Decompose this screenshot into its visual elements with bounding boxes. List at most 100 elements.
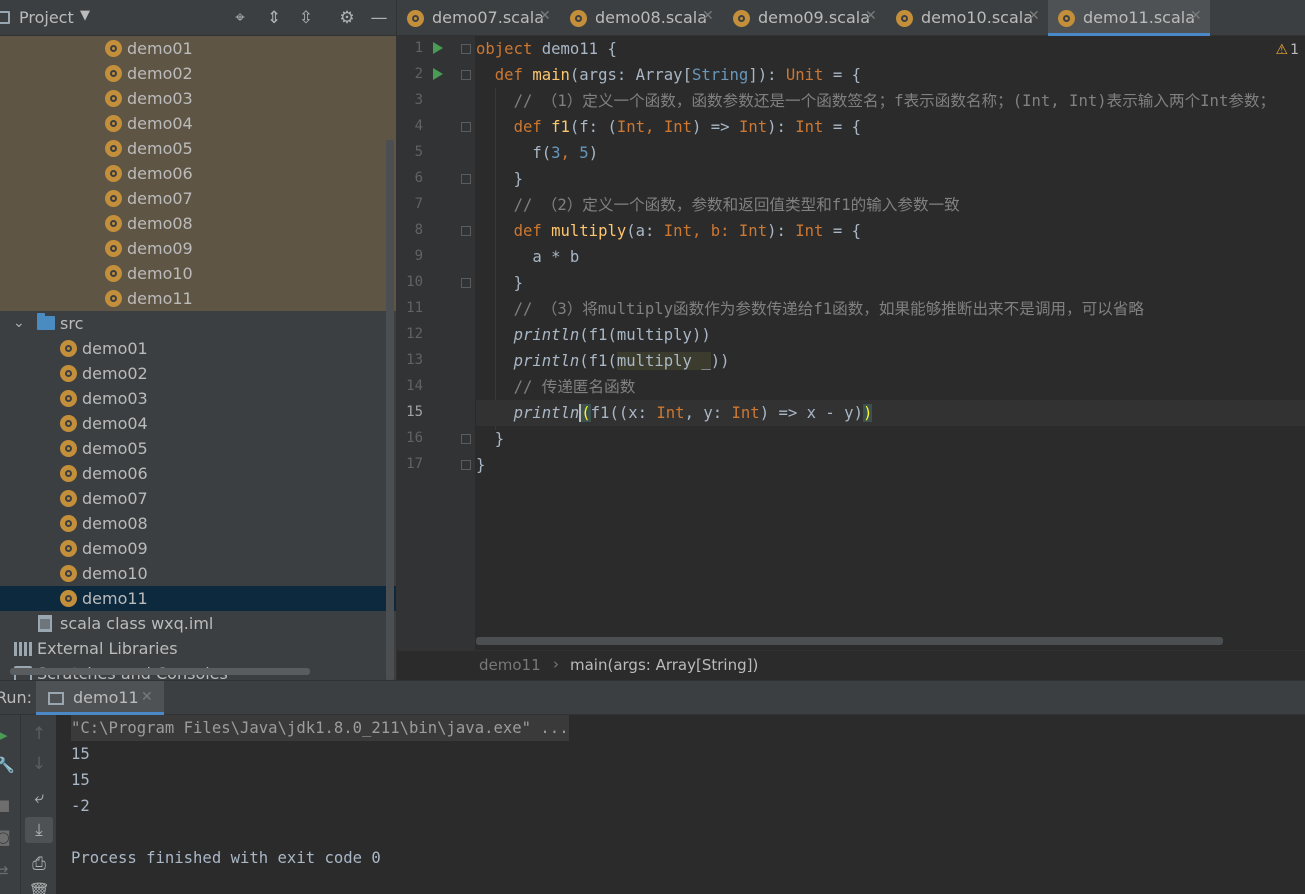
tab-demo08[interactable]: demo08.scala ✕ (560, 0, 722, 36)
tree-item-demo02[interactable]: demo02 (0, 61, 396, 86)
soft-wrap-icon[interactable]: ⤶ (25, 785, 53, 811)
breadcrumb-method[interactable]: main(args: Array[String]) (570, 656, 758, 674)
code-line-11: // （3）将multiply函数作为参数传递给f1函数，如果能够推断出来不是调… (513, 300, 1144, 318)
close-icon[interactable]: ✕ (1190, 8, 1202, 24)
scala-object-icon (733, 10, 750, 27)
arrow-down-icon[interactable]: ↓ (25, 751, 53, 777)
tab-demo07[interactable]: demo07.scala ✕ (397, 0, 559, 36)
close-icon[interactable]: ✕ (702, 8, 714, 24)
tree-item-src-demo01[interactable]: demo01 (0, 336, 396, 361)
console-exit-line: Process finished with exit code 0 (71, 849, 381, 867)
line-number: 11 (406, 300, 423, 316)
scroll-to-end-icon[interactable]: ⤓ (25, 817, 53, 843)
close-icon[interactable]: ✕ (141, 689, 153, 705)
tree-item-src-demo11[interactable]: demo11 (0, 586, 396, 611)
tree-item-demo06[interactable]: demo06 (0, 161, 396, 186)
fold-icon[interactable] (461, 278, 471, 288)
tree-item-demo01[interactable]: demo01 (0, 36, 396, 61)
scala-object-icon (60, 415, 77, 432)
scala-object-icon (105, 240, 122, 257)
line-number: 8 (414, 222, 423, 238)
console-command-line: "C:\Program Files\Java\jdk1.8.0_211\bin\… (71, 715, 569, 741)
tree-vertical-scrollbar[interactable] (386, 140, 394, 680)
fold-icon[interactable] (461, 174, 471, 184)
code-editor[interactable]: 1 2 3 4 5 6 7 8 9 10 11 12 13 14 15 16 1… (397, 36, 1305, 650)
scala-object-icon (407, 10, 424, 27)
tab-demo09[interactable]: demo09.scala ✕ (723, 0, 885, 36)
scala-object-icon (105, 115, 122, 132)
scala-object-icon (60, 540, 77, 557)
close-icon[interactable]: ✕ (865, 8, 877, 24)
print-icon[interactable]: ⎙ (25, 851, 53, 877)
tab-demo10[interactable]: demo10.scala ✕ (886, 0, 1048, 36)
locate-icon[interactable]: ⌖ (228, 6, 252, 30)
gear-icon[interactable]: ⚙ (335, 6, 359, 30)
collapse-all-icon[interactable]: ⇳ (294, 6, 318, 30)
tree-item-demo11[interactable]: demo11 (0, 286, 396, 311)
code-line-5: f(3, 5) (532, 144, 599, 162)
tree-item-src-demo03[interactable]: demo03 (0, 386, 396, 411)
tree-item-demo08[interactable]: demo08 (0, 211, 396, 236)
line-number: 12 (406, 326, 423, 342)
tree-item-demo04[interactable]: demo04 (0, 111, 396, 136)
editor-tab-bar: demo07.scala ✕ demo08.scala ✕ demo09.sca… (397, 0, 1305, 36)
tree-item-demo09[interactable]: demo09 (0, 236, 396, 261)
close-icon[interactable]: ✕ (539, 8, 551, 24)
run-icon[interactable] (433, 68, 443, 80)
tree-item-demo03[interactable]: demo03 (0, 86, 396, 111)
fold-icon[interactable] (461, 70, 471, 80)
tree-horizontal-scrollbar[interactable] (10, 668, 310, 675)
tree-item-src-demo04[interactable]: demo04 (0, 411, 396, 436)
tree-item-src-demo08[interactable]: demo08 (0, 511, 396, 536)
fold-icon[interactable] (461, 434, 471, 444)
run-icon[interactable] (433, 42, 443, 54)
tree-item-src-demo10[interactable]: demo10 (0, 561, 396, 586)
tree-item-demo05[interactable]: demo05 (0, 136, 396, 161)
tree-item-demo10[interactable]: demo10 (0, 261, 396, 286)
editor-horizontal-scrollbar[interactable] (476, 637, 1223, 645)
tree-item-src-demo02[interactable]: demo02 (0, 361, 396, 386)
scala-object-icon (105, 65, 122, 82)
project-view-selector[interactable]: Project (19, 8, 74, 27)
editor-gutter[interactable]: 1 2 3 4 5 6 7 8 9 10 11 12 13 14 15 16 1… (397, 36, 475, 650)
chevron-down-icon[interactable]: ▼ (80, 8, 90, 23)
tree-item-demo07[interactable]: demo07 (0, 186, 396, 211)
line-number: 1 (414, 40, 423, 56)
close-icon[interactable]: ✕ (1028, 8, 1040, 24)
project-tree: demo01 demo02 demo03 demo04 demo05 demo0… (0, 36, 396, 680)
scala-object-icon (105, 215, 122, 232)
code-line-17: } (476, 456, 486, 474)
code-line-13: println(f1(multiply _)) (513, 352, 730, 370)
tree-item-external-libraries[interactable]: External Libraries (0, 636, 396, 661)
scala-object-icon (570, 10, 587, 27)
tree-item-iml-file[interactable]: scala class wxq.iml (0, 611, 396, 636)
fold-icon[interactable] (461, 460, 471, 470)
scala-object-icon (105, 265, 122, 282)
chevron-down-icon[interactable]: ⌄ (13, 311, 25, 336)
tree-item-src-demo05[interactable]: demo05 (0, 436, 396, 461)
code-line-14: // 传递匿名函数 (513, 378, 636, 396)
scala-object-icon (60, 340, 77, 357)
expand-all-icon[interactable]: ⇕ (262, 6, 286, 30)
trash-icon[interactable]: 🗑 (25, 879, 53, 894)
tab-demo11[interactable]: demo11.scala ✕ (1048, 0, 1210, 36)
fold-icon[interactable] (461, 122, 471, 132)
stop-icon[interactable]: ■ (0, 795, 14, 815)
rerun-icon[interactable]: ▶ (0, 725, 14, 745)
restore-layout-icon[interactable]: ⇄ (0, 861, 14, 881)
console-output[interactable]: "C:\Program Files\Java\jdk1.8.0_211\bin\… (56, 715, 1305, 894)
tree-item-src-demo09[interactable]: demo09 (0, 536, 396, 561)
tree-item-src-folder[interactable]: ⌄ src (0, 311, 396, 336)
line-number: 2 (414, 66, 423, 82)
breadcrumb-object[interactable]: demo11 (479, 656, 541, 674)
line-number: 16 (406, 430, 423, 446)
tree-item-src-demo06[interactable]: demo06 (0, 461, 396, 486)
arrow-up-icon[interactable]: ↑ (25, 721, 53, 747)
camera-icon[interactable]: ◙ (0, 827, 14, 847)
wrench-icon[interactable]: 🔧 (0, 755, 15, 775)
fold-icon[interactable] (461, 44, 471, 54)
run-tab-demo11[interactable]: demo11 ✕ (36, 681, 164, 715)
tree-item-src-demo07[interactable]: demo07 (0, 486, 396, 511)
minimize-icon[interactable]: — (367, 6, 391, 30)
fold-icon[interactable] (461, 226, 471, 236)
